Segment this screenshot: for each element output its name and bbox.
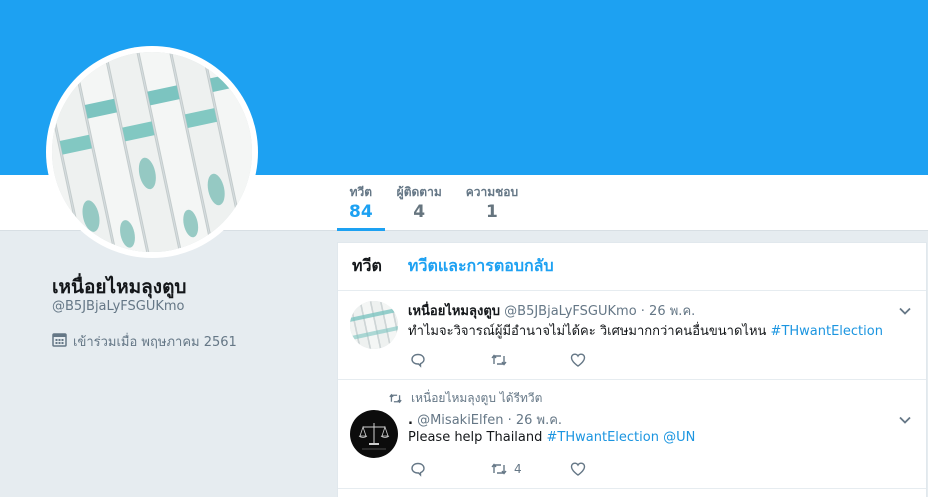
tweet-handle[interactable]: @B5JBjaLyFSGUKmo bbox=[504, 304, 637, 319]
joined-date-text: เข้าร่วมเมื่อ พฤษภาคม 2561 bbox=[73, 335, 237, 350]
timeline-tabs: ทวีต ทวีตและการตอบกลับ bbox=[338, 243, 926, 291]
heart-icon bbox=[570, 353, 586, 367]
tweet-text: ทำไมจะวิจารณ์ผู้มีอำนาจไม่ได้คะ วิเศษมาก… bbox=[408, 320, 883, 341]
tweet-body: Please help Thailand bbox=[408, 430, 543, 445]
profile-name[interactable]: เหนื่อยไหมลุงตูบ bbox=[52, 272, 186, 302]
nav-likes-label: ความชอบ bbox=[465, 185, 519, 199]
tab-tweets-and-replies[interactable]: ทวีตและการตอบกลับ bbox=[408, 254, 554, 279]
like-button[interactable] bbox=[570, 352, 650, 368]
nav-followers-label: ผู้ติดตาม bbox=[396, 185, 442, 199]
tweet-item[interactable]: เหนื่อยไหมลุงตูบ ได้รีทวีต . @MisakiElfe… bbox=[338, 380, 926, 489]
chevron-down-icon[interactable] bbox=[898, 412, 912, 426]
tweet-header: เหนื่อยไหมลุงตูบ @B5JBjaLyFSGUKmo · 26 พ… bbox=[408, 300, 695, 321]
tweet-actions bbox=[410, 352, 650, 368]
profile-avatar[interactable] bbox=[46, 46, 258, 258]
chevron-down-icon[interactable] bbox=[898, 303, 912, 317]
tweet-author-avatar[interactable] bbox=[350, 301, 398, 349]
retweet-icon bbox=[389, 393, 402, 404]
retweet-count: 4 bbox=[514, 462, 522, 476]
nav-tweets-count: 84 bbox=[349, 202, 373, 222]
reply-icon bbox=[411, 462, 425, 477]
tweet-hashtag[interactable]: #THwantElection bbox=[547, 430, 659, 445]
tab-tweets[interactable]: ทวีต bbox=[352, 254, 382, 279]
tweet-handle[interactable]: @MisakiElfen bbox=[417, 413, 503, 428]
tweet-hashtag[interactable]: #THwantElection bbox=[771, 324, 883, 339]
profile-nav: ทวีต 84 ผู้ติดตาม 4 ความชอบ 1 bbox=[337, 175, 530, 231]
reply-button[interactable] bbox=[410, 461, 490, 477]
nav-tweets[interactable]: ทวีต 84 bbox=[337, 175, 385, 231]
nav-tweets-label: ทวีต bbox=[349, 185, 373, 199]
retweet-icon bbox=[491, 354, 507, 366]
retweet-context: เหนื่อยไหมลุงตูบ ได้รีทวีต bbox=[388, 389, 542, 408]
profile-handle[interactable]: @B5JBjaLyFSGUKmo bbox=[52, 299, 185, 314]
retweet-icon bbox=[491, 463, 507, 475]
profile-joined: เข้าร่วมเมื่อ พฤษภาคม 2561 bbox=[52, 331, 237, 352]
tweet-date[interactable]: · 26 พ.ค. bbox=[641, 304, 695, 319]
tweet-actions: 4 bbox=[410, 461, 650, 477]
tweet-header: . @MisakiElfen · 26 พ.ค. bbox=[408, 409, 562, 430]
tweet-mention[interactable]: @UN bbox=[663, 430, 695, 445]
like-button[interactable] bbox=[570, 461, 650, 477]
calendar-icon bbox=[52, 332, 67, 351]
tweet-item[interactable]: เหนื่อยไหมลุงตูบ @B5JBjaLyFSGUKmo · 26 พ… bbox=[338, 291, 926, 380]
retweet-context-text[interactable]: เหนื่อยไหมลุงตูบ ได้รีทวีต bbox=[411, 389, 542, 408]
reply-icon bbox=[411, 353, 425, 368]
nav-likes[interactable]: ความชอบ 1 bbox=[454, 175, 530, 231]
tweet-text: Please help Thailand #THwantElection @UN bbox=[408, 430, 695, 445]
tweet-date[interactable]: · 26 พ.ค. bbox=[508, 413, 562, 428]
nav-followers[interactable]: ผู้ติดตาม 4 bbox=[385, 175, 454, 231]
tweet-fullname[interactable]: เหนื่อยไหมลุงตูบ bbox=[408, 304, 500, 319]
tweet-fullname[interactable]: . bbox=[408, 413, 413, 428]
retweet-button[interactable]: 4 bbox=[490, 461, 570, 477]
retweet-button[interactable] bbox=[490, 352, 570, 368]
tweet-body: ทำไมจะวิจารณ์ผู้มีอำนาจไม่ได้คะ วิเศษมาก… bbox=[408, 324, 767, 339]
tweet-author-avatar[interactable] bbox=[350, 410, 398, 458]
nav-likes-count: 1 bbox=[486, 202, 498, 222]
avatar-image bbox=[52, 52, 252, 252]
heart-icon bbox=[570, 462, 586, 476]
nav-followers-count: 4 bbox=[413, 202, 426, 222]
timeline: ทวีต ทวีตและการตอบกลับ เหนื่อยไหมลุงตูบ … bbox=[337, 242, 927, 497]
reply-button[interactable] bbox=[410, 352, 490, 368]
